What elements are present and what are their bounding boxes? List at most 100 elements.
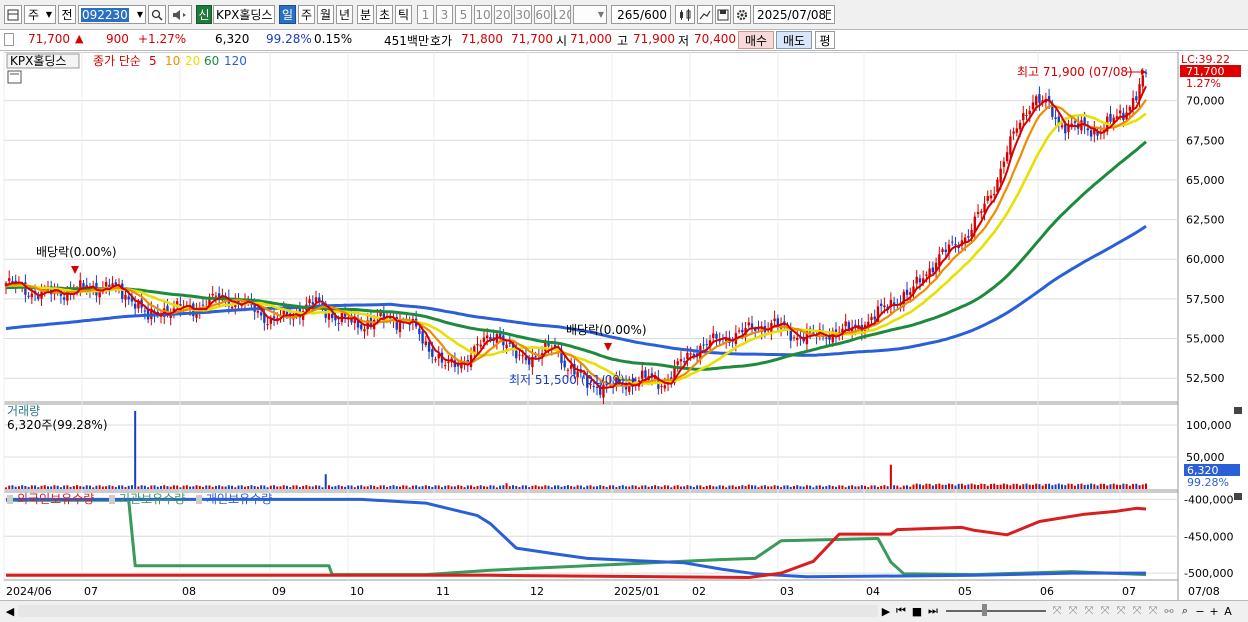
tab-tick[interactable]: 틱 bbox=[395, 5, 412, 24]
buy-button[interactable]: 매수 bbox=[738, 31, 774, 49]
zoom-icon[interactable]: ⌕ bbox=[1178, 603, 1192, 619]
series-label-indiv: 개인보유수량 bbox=[206, 492, 272, 506]
tab-month[interactable]: 월 bbox=[317, 5, 334, 24]
candle-body bbox=[1086, 128, 1090, 131]
volume-bar bbox=[440, 487, 443, 489]
series-marker-inst bbox=[109, 495, 115, 504]
chart-menu-icon[interactable] bbox=[4, 5, 22, 24]
prev-button[interactable]: 전 bbox=[58, 5, 76, 24]
speaker-icon[interactable] bbox=[168, 5, 192, 24]
pane-collapse-icon[interactable] bbox=[1234, 493, 1242, 500]
zoom-in-icon[interactable]: + bbox=[1208, 603, 1220, 619]
tab-week[interactable]: 주 bbox=[298, 5, 315, 24]
zoom-slider[interactable] bbox=[946, 610, 1046, 612]
interval-3[interactable]: 3 bbox=[436, 5, 453, 24]
price-tick-label: 55,000 bbox=[1186, 333, 1225, 346]
interval-10[interactable]: 10 bbox=[474, 5, 492, 24]
volume-bar bbox=[864, 485, 867, 489]
scroll-left-icon[interactable]: ◀ bbox=[4, 603, 16, 619]
volume-bar bbox=[305, 485, 308, 489]
first-page-icon[interactable]: ⏮ bbox=[894, 603, 908, 619]
legend-ma-type: 종가 단순 bbox=[93, 54, 141, 68]
interval-20[interactable]: 20 bbox=[494, 5, 512, 24]
interval-120[interactable]: 120 bbox=[554, 5, 571, 24]
candle-body bbox=[737, 330, 741, 332]
pane-collapse-icon[interactable] bbox=[1234, 407, 1242, 414]
save-icon[interactable] bbox=[715, 5, 731, 24]
volume-bar bbox=[1119, 484, 1122, 489]
stop-icon[interactable]: ■ bbox=[910, 603, 924, 619]
date-tick-label: 02 bbox=[692, 585, 706, 598]
eval-button[interactable]: 평 bbox=[815, 31, 835, 49]
zoom-out-icon[interactable]: − bbox=[1194, 603, 1206, 619]
volume-bar bbox=[557, 485, 560, 489]
zoom-slider-handle[interactable] bbox=[982, 604, 987, 616]
volume-bar bbox=[227, 485, 230, 489]
candle-body bbox=[663, 385, 667, 389]
crosshair-icon[interactable]: ⤧ bbox=[1098, 603, 1112, 619]
legend-stock-name: KPX홀딩스 bbox=[10, 54, 66, 68]
period-select[interactable]: 주 ▼ bbox=[24, 5, 56, 24]
volume-bar bbox=[1006, 484, 1009, 489]
legend-ma20: 20 bbox=[185, 54, 200, 68]
scroll-right-icon[interactable]: ▶ bbox=[880, 603, 892, 619]
bar-count-field[interactable]: 265/600 bbox=[611, 5, 671, 24]
gear-icon[interactable] bbox=[733, 5, 751, 24]
candle-body bbox=[121, 283, 124, 299]
volume-bar bbox=[266, 487, 269, 489]
stock-name-field[interactable]: KPX홀딩스 bbox=[213, 5, 275, 24]
tab-second[interactable]: 초 bbox=[376, 5, 393, 24]
candle-type-icon[interactable] bbox=[675, 5, 695, 24]
volume-bar bbox=[1067, 483, 1070, 489]
interval-5[interactable]: 5 bbox=[455, 5, 472, 24]
tab-year[interactable]: 년 bbox=[336, 5, 353, 24]
crosshair-icon[interactable]: ⤧ bbox=[1114, 603, 1128, 619]
volume-bar bbox=[14, 486, 17, 489]
interval-1[interactable]: 1 bbox=[417, 5, 434, 24]
tab-minute[interactable]: 분 bbox=[357, 5, 374, 24]
crosshair-icon[interactable]: ⤧ bbox=[1146, 603, 1160, 619]
last-page-icon[interactable]: ⏭ bbox=[926, 603, 940, 619]
search-icon[interactable] bbox=[148, 5, 166, 24]
volume-bar bbox=[554, 485, 557, 489]
expand-toggle[interactable] bbox=[4, 33, 14, 46]
candle-body bbox=[133, 303, 137, 309]
volume-bar bbox=[276, 486, 279, 489]
candle-body bbox=[915, 276, 918, 284]
volume-bar bbox=[608, 485, 611, 489]
volume-bar bbox=[792, 485, 795, 489]
volume-bar bbox=[11, 485, 14, 489]
scroll-track[interactable] bbox=[18, 605, 878, 617]
crosshair-icon[interactable]: ⤧ bbox=[1130, 603, 1144, 619]
custom-interval-select[interactable]: ▼ bbox=[573, 5, 607, 24]
crosshair-icon[interactable]: ⤧ bbox=[1066, 603, 1080, 619]
volume-bar bbox=[751, 485, 754, 489]
stock-chart[interactable]: 52,500 55,000 57,500 60,000 62,500 65,000 67,5… bbox=[0, 52, 1248, 600]
crosshair-icon[interactable]: ⤧ bbox=[1082, 603, 1096, 619]
draw-tool-icon[interactable] bbox=[697, 5, 713, 24]
stock-code-input[interactable]: 092230 ▼ bbox=[78, 5, 146, 24]
candle-body bbox=[98, 291, 101, 298]
link-icon[interactable]: ⚯ bbox=[1162, 603, 1176, 619]
candle-body bbox=[1141, 75, 1144, 87]
tab-day[interactable]: 일 bbox=[279, 5, 296, 24]
crosshair-icon[interactable]: ⤧ bbox=[1050, 603, 1064, 619]
volume-bar bbox=[30, 485, 33, 489]
volume-bar bbox=[105, 486, 108, 489]
volume-bar bbox=[98, 485, 101, 489]
chart-scrollbar[interactable]: ◀ ▶ ⏮ ■ ⏭ ⤧ ⤧ ⤧ ⤧ ⤧ ⤧ ⤧ ⚯ ⌕ − + A bbox=[0, 600, 1248, 622]
volume-bar bbox=[644, 485, 647, 489]
interval-60[interactable]: 60 bbox=[534, 5, 552, 24]
candle-body bbox=[1038, 94, 1041, 103]
volume-bar bbox=[873, 485, 876, 489]
font-size-icon[interactable]: A bbox=[1222, 603, 1234, 619]
volume-bar bbox=[214, 485, 217, 489]
date-field[interactable]: 2025/07/08 bbox=[753, 5, 835, 24]
sell-button[interactable]: 매도 bbox=[776, 31, 812, 49]
volume-bar bbox=[1064, 485, 1067, 489]
volume-bar bbox=[667, 485, 670, 489]
interval-30[interactable]: 30 bbox=[514, 5, 532, 24]
volume-bar bbox=[460, 485, 463, 489]
volume-bar bbox=[912, 484, 915, 489]
volume-bar bbox=[85, 485, 88, 489]
